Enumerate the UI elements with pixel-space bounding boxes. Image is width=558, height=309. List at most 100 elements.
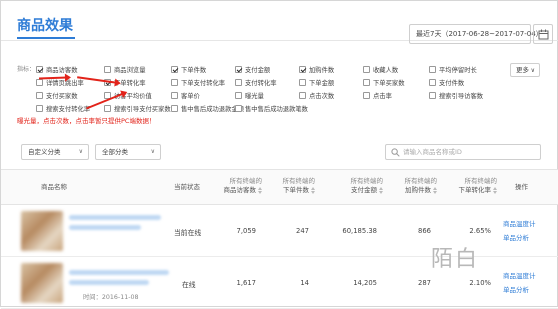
- calendar-button[interactable]: [533, 24, 553, 44]
- metric-option-label: 支付金额: [245, 66, 271, 74]
- item-analysis-link[interactable]: 单品分析: [503, 232, 529, 242]
- row-status: 当前在线: [174, 229, 202, 237]
- col-conv-rate[interactable]: 所有终端的 下单转化率: [441, 177, 497, 195]
- checkbox-unchecked[interactable]: [299, 91, 306, 99]
- row-order-qty: 247: [296, 227, 309, 235]
- sort-icon: [379, 186, 383, 194]
- checkbox-unchecked[interactable]: [171, 78, 178, 86]
- product-title-blurred[interactable]: [69, 280, 149, 285]
- product-title-blurred[interactable]: [69, 270, 169, 275]
- checkbox-unchecked[interactable]: [104, 65, 111, 73]
- published-time: 时间：2016-11-08: [83, 294, 139, 301]
- metric-option-label: 支付件数: [439, 79, 465, 87]
- chevron-down-icon: ∨: [530, 67, 535, 74]
- checkbox-checked[interactable]: [36, 65, 43, 73]
- checkbox-unchecked[interactable]: [429, 78, 436, 86]
- thermometer-link[interactable]: 商品温度计: [503, 270, 536, 280]
- metric-option[interactable]: 平均停留时长: [429, 64, 477, 74]
- row-status: 在线: [182, 281, 196, 289]
- chevron-down-icon: ∨: [78, 148, 83, 155]
- checkbox-unchecked[interactable]: [363, 91, 370, 99]
- col-visitors[interactable]: 所有终端的 商品访客数: [206, 177, 262, 195]
- checkbox-checked[interactable]: [299, 65, 306, 73]
- row-pay-amount: 60,185.38: [342, 227, 377, 235]
- metric-option[interactable]: 下单买家数: [363, 77, 404, 87]
- metric-option[interactable]: 客单价: [171, 90, 200, 100]
- chevron-down-icon: ∨: [150, 148, 155, 155]
- metric-option[interactable]: 搜索引导访客数: [429, 90, 483, 100]
- checkbox-unchecked[interactable]: [235, 91, 242, 99]
- metric-option-label: 客单价: [181, 92, 200, 100]
- row-pay-amount: 14,205: [353, 279, 377, 287]
- col-pay-amount[interactable]: 所有终端的 支付金额: [327, 177, 383, 195]
- metric-option-label: 下单件数: [181, 66, 207, 74]
- checkbox-unchecked[interactable]: [171, 104, 178, 112]
- date-range-selector[interactable]: 最近7天（2017-06-28~2017-07-04）: [409, 24, 543, 44]
- metric-option[interactable]: 搜索支付转化率: [36, 103, 90, 113]
- product-title-blurred[interactable]: [69, 225, 141, 230]
- checkbox-checked[interactable]: [171, 65, 178, 73]
- col-order-qty-top: 所有终端的: [282, 177, 316, 185]
- col-cart-qty[interactable]: 所有终端的 加购件数: [387, 177, 437, 195]
- metric-option-label: 收藏人数: [373, 66, 399, 74]
- metric-option[interactable]: 搜索引导支付买家数: [104, 103, 171, 113]
- row-cart-qty: 287: [418, 279, 431, 287]
- row-conv-rate: 2.10%: [469, 279, 491, 287]
- col-conv-rate-top: 所有终端的: [464, 177, 498, 185]
- checkbox-unchecked[interactable]: [363, 78, 370, 86]
- checkbox-unchecked[interactable]: [36, 91, 43, 99]
- checkbox-unchecked[interactable]: [36, 104, 43, 112]
- metric-option[interactable]: 下单支付转化率: [171, 77, 225, 87]
- checkbox-unchecked[interactable]: [299, 78, 306, 86]
- product-search-input[interactable]: 请输入商品名称或ID: [385, 144, 541, 160]
- checkbox-unchecked[interactable]: [429, 65, 436, 73]
- metric-option-label: 商品浏览量: [114, 66, 146, 74]
- checkbox-unchecked[interactable]: [104, 104, 111, 112]
- metric-option[interactable]: 支付买家数: [36, 90, 77, 100]
- metric-option[interactable]: 售中售后成功退款金额: [171, 103, 244, 113]
- checkbox-unchecked[interactable]: [36, 78, 43, 86]
- col-cart-qty-bottom: 加购件数: [405, 186, 431, 194]
- product-thumbnail[interactable]: [21, 263, 63, 303]
- row-visitors: 1,617: [236, 279, 256, 287]
- sort-icon: [433, 186, 437, 194]
- title-underline: [17, 37, 75, 39]
- product-title-blurred[interactable]: [69, 215, 161, 220]
- checkbox-unchecked[interactable]: [235, 78, 242, 86]
- metric-option[interactable]: 加购件数: [299, 64, 334, 74]
- row-conv-rate: 2.65%: [469, 227, 491, 235]
- product-thumbnail[interactable]: [21, 211, 63, 251]
- search-placeholder: 请输入商品名称或ID: [403, 148, 462, 156]
- checkbox-unchecked[interactable]: [429, 91, 436, 99]
- calendar-icon: [538, 29, 549, 40]
- checkbox-unchecked[interactable]: [363, 65, 370, 73]
- metric-option-label: 搜索引导支付买家数: [114, 105, 171, 113]
- metric-option[interactable]: 收藏人数: [363, 64, 398, 74]
- col-order-qty-bottom: 下单件数: [283, 186, 309, 194]
- metric-option[interactable]: 点击次数: [299, 90, 334, 100]
- checkbox-unchecked[interactable]: [171, 91, 178, 99]
- metric-option[interactable]: 商品浏览量: [104, 64, 145, 74]
- metric-option[interactable]: 支付金额: [235, 64, 270, 74]
- custom-category-label: 自定义分类: [28, 148, 61, 156]
- checkbox-checked[interactable]: [235, 65, 242, 73]
- all-category-label: 全部分类: [102, 148, 128, 156]
- custom-category-filter[interactable]: 自定义分类 ∨: [21, 144, 89, 160]
- metric-option[interactable]: 商品访客数: [36, 64, 77, 74]
- metric-option[interactable]: 曝光量: [235, 90, 264, 100]
- item-analysis-link[interactable]: 单品分析: [503, 284, 529, 294]
- metric-option[interactable]: 下单金额: [299, 77, 334, 87]
- metric-option-label: 搜索支付转化率: [46, 105, 91, 113]
- checkbox-unchecked[interactable]: [235, 104, 242, 112]
- metric-option[interactable]: 售中售后成功退款笔数: [235, 103, 308, 113]
- col-order-qty[interactable]: 所有终端的 下单件数: [265, 177, 315, 195]
- metric-option-label: 加购件数: [309, 66, 335, 74]
- thermometer-link[interactable]: 商品温度计: [503, 218, 536, 228]
- metric-option[interactable]: 下单件数: [171, 64, 206, 74]
- metric-option[interactable]: 支付转化率: [235, 77, 276, 87]
- metric-option[interactable]: 点击率: [363, 90, 392, 100]
- more-button[interactable]: 更多 ∨: [510, 63, 540, 77]
- metric-option-label: 搜索引导访客数: [439, 92, 484, 100]
- all-category-filter[interactable]: 全部分类 ∨: [95, 144, 161, 160]
- metric-option[interactable]: 支付件数: [429, 77, 464, 87]
